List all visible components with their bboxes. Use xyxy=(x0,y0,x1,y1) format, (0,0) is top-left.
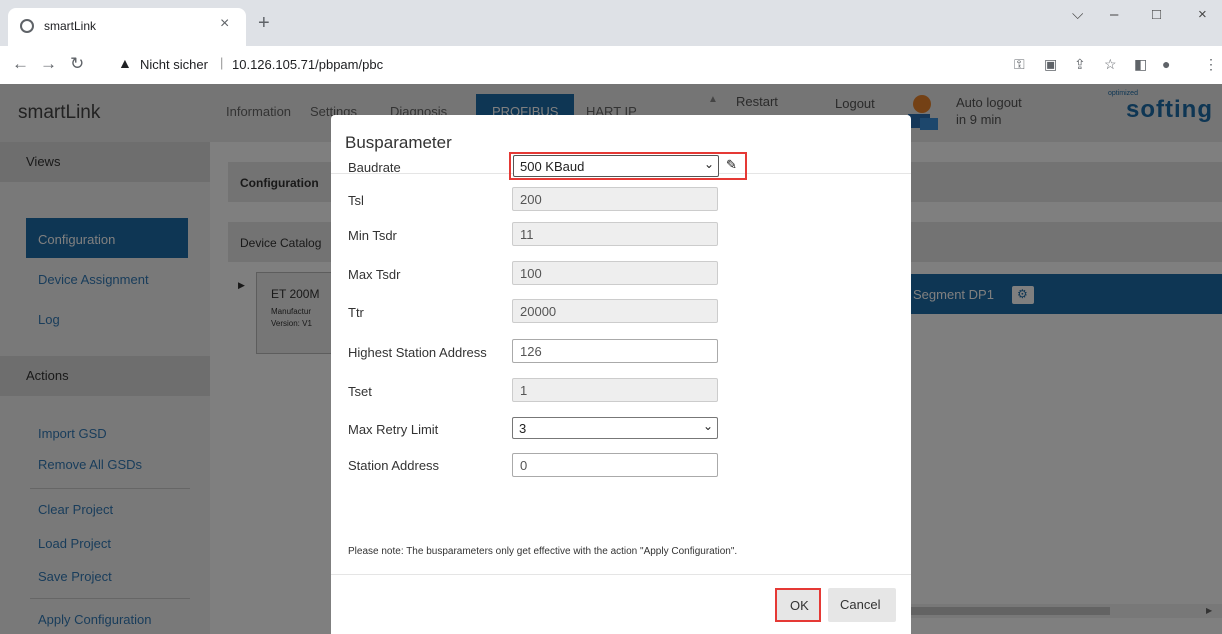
cancel-button-label: Cancel xyxy=(840,597,881,612)
bookmark-star-icon[interactable]: ☆ xyxy=(1104,56,1117,73)
tsl-label: Tsl xyxy=(348,193,364,208)
station-address-field[interactable]: 0 xyxy=(512,453,718,477)
new-tab-button[interactable]: + xyxy=(258,12,270,35)
back-icon[interactable]: ← xyxy=(12,54,29,74)
ok-button-label: OK xyxy=(790,598,809,613)
share-icon[interactable]: ⇪ xyxy=(1074,56,1086,73)
highest-station-address-field[interactable]: 126 xyxy=(512,339,718,363)
browser-tab[interactable]: smartLink × xyxy=(8,8,246,46)
min-tsdr-label: Min Tsdr xyxy=(348,228,397,243)
chevron-down-icon: ⌄ xyxy=(702,419,713,433)
address-toolbar: ← → ↻ ▲ Nicht sicher | 10.126.105.71/pbp… xyxy=(0,46,1222,85)
maximize-button[interactable]: □ xyxy=(1152,6,1161,23)
tab-search-icon[interactable]: ⌵ xyxy=(1072,6,1083,23)
cancel-button[interactable]: Cancel xyxy=(828,588,896,622)
tab-title: smartLink xyxy=(44,19,97,33)
not-secure-label: Nicht sicher xyxy=(140,57,208,72)
tsl-field[interactable]: 200 xyxy=(512,187,718,211)
dialog-footer-divider xyxy=(331,574,911,575)
ok-button[interactable]: OK xyxy=(775,588,821,622)
tset-field[interactable]: 1 xyxy=(512,378,718,402)
forward-icon[interactable]: → xyxy=(40,54,57,74)
tset-label: Tset xyxy=(348,384,372,399)
max-retry-limit-label: Max Retry Limit xyxy=(348,422,439,437)
translate-icon[interactable]: ▣ xyxy=(1044,56,1057,73)
window-close-button[interactable]: × xyxy=(1198,6,1207,23)
highest-station-address-label: Highest Station Address xyxy=(348,345,487,360)
max-retry-limit-select[interactable]: 3 ⌄ xyxy=(512,417,718,439)
minimize-button[interactable]: – xyxy=(1110,6,1118,23)
sidepanel-icon[interactable]: ◧ xyxy=(1134,56,1147,73)
dialog-title: Busparameter xyxy=(345,133,452,152)
max-tsdr-label: Max Tsdr xyxy=(348,267,401,282)
max-tsdr-field[interactable]: 100 xyxy=(512,261,718,285)
busparameter-note: Please note: The busparameters only get … xyxy=(348,546,738,557)
baudrate-highlight xyxy=(509,152,747,180)
profile-icon[interactable]: ● xyxy=(1162,56,1170,72)
tab-close-icon[interactable]: × xyxy=(220,15,229,33)
reload-icon[interactable]: ↻ xyxy=(70,54,84,74)
warning-icon: ▲ xyxy=(118,55,132,71)
omnibox-divider: | xyxy=(220,55,224,70)
globe-icon xyxy=(20,19,34,33)
min-tsdr-field[interactable]: 11 xyxy=(512,222,718,246)
max-retry-limit-value: 3 xyxy=(519,421,527,436)
ttr-label: Ttr xyxy=(348,305,364,320)
baudrate-label: Baudrate xyxy=(348,160,401,175)
busparameter-dialog: Busparameter Baudrate 500 KBaud ⌄ ✎ Tsl … xyxy=(331,115,911,634)
omnibox[interactable]: ▲ Nicht sicher | 10.126.105.71/pbpam/pbc xyxy=(108,52,1202,78)
pencil-icon[interactable]: ✎ xyxy=(726,157,737,173)
url-text[interactable]: 10.126.105.71/pbpam/pbc xyxy=(232,57,383,72)
menu-kebab-icon[interactable]: ⋮ xyxy=(1204,56,1218,73)
browser-tab-bar: smartLink × + ⌵ – □ × xyxy=(0,0,1222,46)
ttr-field[interactable]: 20000 xyxy=(512,299,718,323)
station-address-label: Station Address xyxy=(348,458,440,473)
key-icon[interactable]: ⚿ xyxy=(1014,56,1025,73)
